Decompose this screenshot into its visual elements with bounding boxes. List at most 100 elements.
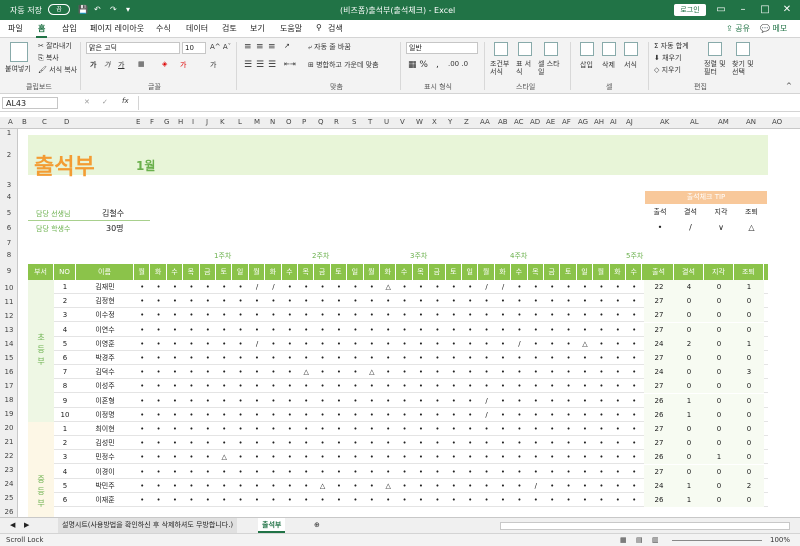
attendance-cell[interactable]: • bbox=[265, 323, 281, 337]
attendance-cell[interactable]: • bbox=[577, 493, 593, 507]
row-header[interactable]: 25 bbox=[0, 494, 18, 502]
attendance-cell[interactable]: • bbox=[528, 422, 544, 436]
column-header[interactable]: R bbox=[334, 118, 339, 126]
number-format-select[interactable]: 일반 bbox=[406, 42, 478, 54]
attendance-cell[interactable]: • bbox=[314, 394, 330, 408]
column-header[interactable]: C bbox=[42, 118, 47, 126]
student-name[interactable]: 이연수 bbox=[76, 323, 134, 337]
row-header[interactable]: 22 bbox=[0, 452, 18, 460]
attendance-cell[interactable]: • bbox=[200, 450, 216, 464]
attendance-cell[interactable]: • bbox=[150, 379, 166, 393]
attendance-cell[interactable]: • bbox=[249, 394, 265, 408]
attendance-cell[interactable]: • bbox=[216, 337, 232, 351]
attendance-cell[interactable]: • bbox=[282, 465, 298, 479]
attendance-cell[interactable]: • bbox=[183, 408, 199, 422]
column-header[interactable]: A bbox=[8, 118, 13, 126]
attendance-cell[interactable]: • bbox=[396, 365, 412, 379]
attendance-cell[interactable]: • bbox=[396, 479, 412, 493]
attendance-cell[interactable]: • bbox=[364, 394, 380, 408]
attendance-cell[interactable]: • bbox=[265, 365, 281, 379]
student-name[interactable]: 민정수 bbox=[76, 450, 134, 464]
row-header[interactable]: 8 bbox=[0, 251, 18, 259]
attendance-cell[interactable]: • bbox=[167, 379, 183, 393]
attendance-cell[interactable]: • bbox=[380, 465, 396, 479]
attendance-cell[interactable]: • bbox=[462, 351, 478, 365]
attendance-cell[interactable]: • bbox=[544, 337, 560, 351]
table-row[interactable]: 5 이영훈 • • • • • • • / • • • • • • • • • • • • • • • / • • • △ • • • 24 2 0 1 bbox=[54, 336, 768, 351]
attendance-cell[interactable]: • bbox=[593, 308, 609, 322]
attendance-cell[interactable]: • bbox=[249, 450, 265, 464]
tab-data[interactable]: 데이터 bbox=[186, 23, 208, 34]
attendance-cell[interactable]: • bbox=[446, 422, 462, 436]
attendance-cell[interactable]: • bbox=[249, 323, 265, 337]
attendance-cell[interactable]: • bbox=[380, 365, 396, 379]
attendance-cell[interactable]: • bbox=[478, 436, 494, 450]
student-name[interactable]: 김정현 bbox=[76, 294, 134, 308]
format-cells-button[interactable]: 서식 bbox=[624, 60, 637, 70]
attendance-cell[interactable]: • bbox=[495, 394, 511, 408]
attendance-cell[interactable]: • bbox=[150, 365, 166, 379]
row-header[interactable]: 5 bbox=[0, 209, 18, 217]
attendance-cell[interactable]: • bbox=[183, 294, 199, 308]
delete-cells-icon[interactable] bbox=[602, 42, 616, 56]
attendance-cell[interactable]: • bbox=[364, 351, 380, 365]
attendance-cell[interactable]: • bbox=[396, 280, 412, 294]
attendance-cell[interactable]: • bbox=[183, 308, 199, 322]
attendance-cell[interactable]: • bbox=[265, 337, 281, 351]
attendance-cell[interactable]: • bbox=[528, 351, 544, 365]
attendance-cell[interactable]: • bbox=[396, 408, 412, 422]
column-header[interactable]: V bbox=[400, 118, 405, 126]
column-header[interactable]: W bbox=[416, 118, 423, 126]
attendance-cell[interactable]: • bbox=[183, 450, 199, 464]
attendance-cell[interactable]: • bbox=[380, 394, 396, 408]
attendance-cell[interactable]: • bbox=[593, 323, 609, 337]
attendance-cell[interactable]: • bbox=[462, 323, 478, 337]
attendance-cell[interactable]: • bbox=[314, 280, 330, 294]
attendance-cell[interactable]: • bbox=[232, 323, 248, 337]
column-header[interactable]: K bbox=[220, 118, 225, 126]
search-icon[interactable]: ⚲ bbox=[316, 23, 322, 32]
attendance-cell[interactable]: • bbox=[265, 351, 281, 365]
attendance-cell[interactable]: • bbox=[593, 394, 609, 408]
attendance-cell[interactable]: • bbox=[167, 465, 183, 479]
attendance-cell[interactable]: • bbox=[626, 323, 642, 337]
attendance-cell[interactable]: • bbox=[626, 365, 642, 379]
column-header[interactable]: S bbox=[352, 118, 356, 126]
column-header[interactable]: D bbox=[64, 118, 69, 126]
attendance-cell[interactable]: • bbox=[167, 479, 183, 493]
attendance-cell[interactable]: • bbox=[331, 379, 347, 393]
attendance-cell[interactable]: • bbox=[347, 465, 363, 479]
attendance-cell[interactable]: • bbox=[347, 394, 363, 408]
attendance-cell[interactable]: • bbox=[347, 379, 363, 393]
autosave-toggle[interactable]: 끔 bbox=[48, 4, 70, 15]
attendance-cell[interactable]: • bbox=[150, 479, 166, 493]
attendance-cell[interactable]: △ bbox=[364, 365, 380, 379]
attendance-cell[interactable]: • bbox=[478, 337, 494, 351]
attendance-cell[interactable]: • bbox=[429, 308, 445, 322]
column-header[interactable]: AB bbox=[498, 118, 508, 126]
attendance-cell[interactable]: • bbox=[413, 351, 429, 365]
attendance-cell[interactable]: • bbox=[511, 493, 527, 507]
attendance-cell[interactable]: • bbox=[150, 394, 166, 408]
attendance-cell[interactable]: • bbox=[216, 379, 232, 393]
attendance-cell[interactable]: • bbox=[544, 450, 560, 464]
border-icon[interactable]: ▦ bbox=[138, 60, 145, 68]
column-header[interactable]: B bbox=[22, 118, 27, 126]
attendance-cell[interactable]: • bbox=[610, 436, 626, 450]
attendance-cell[interactable]: • bbox=[265, 408, 281, 422]
attendance-cell[interactable]: • bbox=[249, 408, 265, 422]
attendance-cell[interactable]: • bbox=[610, 465, 626, 479]
save-icon[interactable]: 💾 bbox=[78, 5, 88, 14]
attendance-cell[interactable]: • bbox=[150, 294, 166, 308]
column-header[interactable]: AA bbox=[480, 118, 490, 126]
attendance-cell[interactable]: • bbox=[610, 351, 626, 365]
column-header[interactable]: X bbox=[432, 118, 437, 126]
attendance-cell[interactable]: • bbox=[511, 394, 527, 408]
attendance-cell[interactable]: • bbox=[380, 450, 396, 464]
attendance-cell[interactable]: • bbox=[200, 308, 216, 322]
attendance-cell[interactable]: • bbox=[364, 493, 380, 507]
attendance-cell[interactable]: • bbox=[380, 323, 396, 337]
attendance-cell[interactable]: • bbox=[429, 394, 445, 408]
attendance-cell[interactable]: • bbox=[347, 408, 363, 422]
formula-input[interactable] bbox=[138, 96, 798, 110]
